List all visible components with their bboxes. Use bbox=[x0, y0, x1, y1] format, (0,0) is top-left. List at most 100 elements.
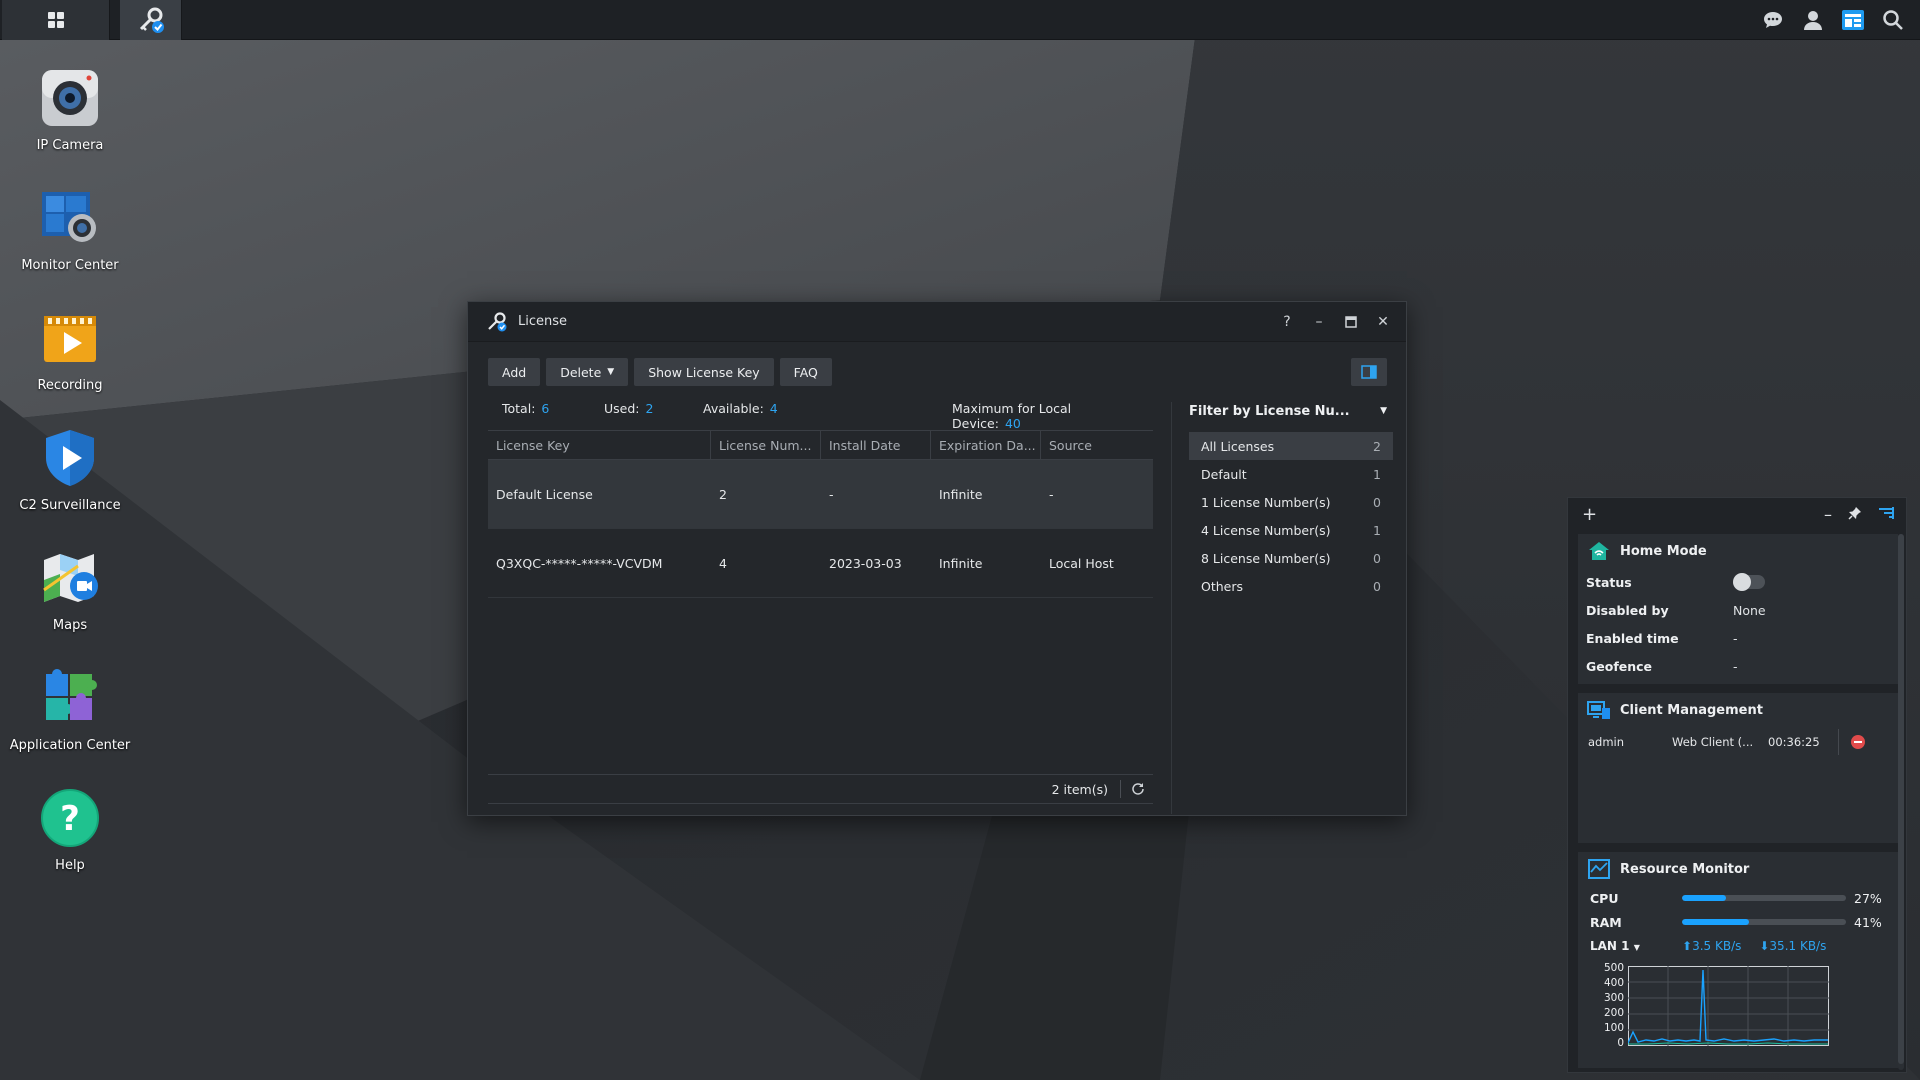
upload-series bbox=[1628, 1042, 1828, 1045]
widget-panel-header: + – bbox=[1568, 498, 1906, 530]
cell-license-number: 4 bbox=[719, 555, 727, 571]
window-title-bar[interactable]: License bbox=[468, 302, 1406, 342]
window-title: License bbox=[518, 314, 568, 329]
refresh-icon[interactable] bbox=[1131, 782, 1145, 796]
desktop-icon-monitor-center[interactable]: Monitor Center bbox=[0, 186, 140, 273]
toggle-filter-panel-button[interactable] bbox=[1351, 358, 1387, 386]
cell-expiration-date: Infinite bbox=[939, 486, 983, 502]
filter-dropdown[interactable]: Filter by License Nu... ▼ bbox=[1189, 398, 1393, 424]
minimize-widgets-button[interactable]: – bbox=[1824, 505, 1832, 524]
column-header-source[interactable]: Source bbox=[1041, 431, 1153, 459]
home-mode-toggle[interactable] bbox=[1733, 573, 1765, 591]
minimize-button[interactable]: – bbox=[1306, 310, 1332, 334]
notifications-icon[interactable] bbox=[1760, 7, 1786, 33]
main-menu-button[interactable] bbox=[2, 0, 110, 40]
panel-divider bbox=[1171, 402, 1172, 814]
table-row[interactable]: Default License 2 - Infinite - bbox=[488, 460, 1153, 529]
taskbar bbox=[0, 0, 1920, 40]
desktop-icon-help[interactable]: ? Help bbox=[0, 786, 140, 873]
column-header-license-number[interactable]: License Num... bbox=[711, 431, 821, 459]
client-type: Web Client (... bbox=[1672, 735, 1754, 749]
home-icon bbox=[1586, 540, 1612, 562]
filter-panel: Filter by License Nu... ▼ All Licenses 2 … bbox=[1189, 398, 1393, 600]
ip-camera-icon bbox=[38, 66, 102, 130]
column-header-expiration-date[interactable]: Expiration Da... bbox=[931, 431, 1041, 459]
delete-label: Delete bbox=[560, 364, 602, 380]
close-button[interactable]: ✕ bbox=[1370, 310, 1396, 334]
cell-install-date: - bbox=[829, 486, 834, 502]
desktop-icon-recording[interactable]: Recording bbox=[0, 306, 140, 393]
resource-monitor-header: Resource Monitor bbox=[1578, 852, 1898, 886]
search-icon[interactable] bbox=[1880, 7, 1906, 33]
cpu-percent: 27% bbox=[1854, 890, 1882, 906]
network-chart: 500 400 300 200 100 0 bbox=[1590, 962, 1890, 1056]
filter-item-4-license[interactable]: 4 License Number(s) 1 bbox=[1189, 516, 1393, 544]
client-session-row: admin Web Client (... 00:36:25 bbox=[1578, 727, 1898, 757]
monitor-center-icon bbox=[38, 186, 102, 250]
cell-source: Local Host bbox=[1049, 555, 1114, 571]
status-label: Status bbox=[1586, 574, 1632, 590]
widget-menu-icon[interactable] bbox=[1878, 506, 1894, 523]
faq-button[interactable]: FAQ bbox=[779, 358, 832, 386]
cell-license-number: 2 bbox=[719, 486, 727, 502]
desktop-icon-label: Monitor Center bbox=[21, 258, 119, 273]
stat-used: Used: 2 bbox=[604, 401, 654, 416]
taskbar-license-app[interactable] bbox=[120, 0, 182, 40]
client-management-title: Client Management bbox=[1620, 702, 1763, 718]
desktop-icon-application-center[interactable]: Application Center bbox=[0, 666, 140, 753]
column-header-license-key[interactable]: License Key bbox=[488, 431, 711, 459]
resource-monitor-title: Resource Monitor bbox=[1620, 861, 1750, 877]
desktop-icon-c2-surveillance[interactable]: C2 Surveillance bbox=[0, 426, 140, 513]
home-mode-status-row: Status bbox=[1578, 568, 1898, 596]
license-key-icon bbox=[488, 311, 507, 331]
filter-title: Filter by License Nu... bbox=[1189, 403, 1350, 419]
caret-down-icon: ▼ bbox=[607, 367, 615, 377]
filter-item-1-license[interactable]: 1 License Number(s) 0 bbox=[1189, 488, 1393, 516]
column-header-install-date[interactable]: Install Date bbox=[821, 431, 931, 459]
widgets-icon[interactable] bbox=[1840, 7, 1866, 33]
ram-percent: 41% bbox=[1854, 914, 1882, 930]
client-time: 00:36:25 bbox=[1768, 735, 1820, 749]
filter-item-others[interactable]: Others 0 bbox=[1189, 572, 1393, 600]
desktop-icon-label: Application Center bbox=[9, 738, 131, 753]
maximize-button[interactable] bbox=[1338, 310, 1364, 334]
add-widget-button[interactable]: + bbox=[1582, 504, 1597, 525]
cell-license-key: Q3XQC-*****-*****-VCVDM bbox=[496, 555, 663, 571]
filter-item-all-licenses[interactable]: All Licenses 2 bbox=[1189, 432, 1393, 460]
network-chart-plot bbox=[1628, 966, 1829, 1046]
svg-text:?: ? bbox=[60, 799, 80, 839]
resource-monitor-icon bbox=[1586, 858, 1612, 880]
user-icon[interactable] bbox=[1800, 7, 1826, 33]
stat-available: Available: 4 bbox=[703, 401, 778, 416]
help-button[interactable]: ? bbox=[1274, 310, 1300, 334]
home-mode-title: Home Mode bbox=[1620, 543, 1707, 559]
download-series bbox=[1628, 969, 1828, 1044]
upload-speed: ⬆3.5 KB/s bbox=[1682, 939, 1742, 953]
client-management-widget: Client Management admin Web Client (... … bbox=[1578, 693, 1898, 843]
home-mode-header: Home Mode bbox=[1578, 534, 1898, 568]
cell-source: - bbox=[1049, 486, 1054, 502]
cpu-usage-bar bbox=[1682, 895, 1846, 901]
item-count: 2 item(s) bbox=[1051, 781, 1108, 797]
add-button[interactable]: Add bbox=[488, 358, 541, 386]
desktop-icon-maps[interactable]: Maps bbox=[0, 546, 140, 633]
pin-icon[interactable] bbox=[1848, 506, 1862, 523]
desktop-icon-ip-camera[interactable]: IP Camera bbox=[0, 66, 140, 153]
filter-list: All Licenses 2 Default 1 1 License Number(… bbox=[1189, 432, 1393, 600]
download-speed: ⬇35.1 KB/s bbox=[1759, 939, 1827, 953]
license-key-icon bbox=[139, 7, 164, 33]
filter-item-default[interactable]: Default 1 bbox=[1189, 460, 1393, 488]
lan-selector[interactable]: LAN 1 ▼ bbox=[1590, 939, 1682, 953]
chart-y-axis: 500 400 300 200 100 0 bbox=[1603, 962, 1624, 1049]
table-row[interactable]: Q3XQC-*****-*****-VCVDM 4 2023-03-03 Inf… bbox=[488, 529, 1153, 598]
filter-item-8-license[interactable]: 8 License Number(s) 0 bbox=[1189, 544, 1393, 572]
client-user: admin bbox=[1588, 735, 1625, 749]
show-license-key-button[interactable]: Show License Key bbox=[634, 358, 774, 386]
disconnect-client-icon[interactable] bbox=[1851, 735, 1865, 749]
client-divider bbox=[1838, 729, 1839, 755]
resource-monitor-widget: Resource Monitor CPU 27% RAM 41% LAN 1 ▼… bbox=[1578, 852, 1898, 1068]
delete-button[interactable]: Delete ▼ bbox=[546, 358, 629, 386]
stat-total: Total: 6 bbox=[502, 401, 550, 416]
widget-scrollbar[interactable] bbox=[1898, 534, 1904, 1064]
toolbar: Add Delete ▼ Show License Key FAQ bbox=[488, 358, 832, 386]
